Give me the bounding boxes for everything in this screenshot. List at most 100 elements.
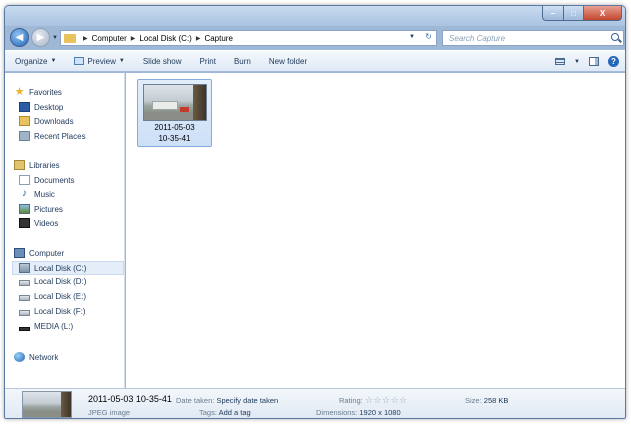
nav-label: Downloads [34, 116, 74, 126]
details-file-type: JPEG image [88, 408, 131, 417]
drive-icon [19, 280, 30, 286]
nav-downloads[interactable]: Downloads [19, 116, 74, 126]
breadcrumb: ▶ Computer ▶ Local Disk (C:) ▶ Capture [79, 34, 233, 43]
image-thumbnail [143, 84, 207, 121]
navigation-pane: ★ Favorites Desktop Downloads Recent Pla… [5, 73, 125, 388]
details-pane: 2011-05-03 10-35-41 JPEG image Date take… [5, 388, 625, 418]
file-name: 2011-05-03 10-35-41 [138, 122, 211, 144]
nav-network[interactable]: Network [14, 352, 58, 362]
nav-media-l[interactable]: MEDIA (L:) [19, 322, 73, 331]
drive-icon [19, 295, 30, 301]
refresh-icon[interactable]: ↻ [425, 32, 432, 41]
tags-value[interactable]: Add a tag [219, 408, 251, 417]
nav-libraries[interactable]: Libraries [14, 160, 60, 170]
minimize-button[interactable]: – [542, 6, 564, 21]
rating-stars-icon[interactable]: ☆☆☆☆☆ [365, 395, 408, 405]
details-thumbnail [22, 391, 72, 418]
nav-label: Pictures [34, 204, 63, 214]
nav-label: Documents [34, 175, 75, 185]
nav-pictures[interactable]: Pictures [19, 204, 63, 214]
dimensions: Dimensions: 1920 x 1080 [316, 408, 401, 417]
date-taken-value[interactable]: Specify date taken [216, 396, 278, 405]
nav-recent-places[interactable]: Recent Places [19, 131, 86, 141]
nav-label: Local Disk (E:) [34, 292, 87, 301]
arrow-right-icon: ▶ [36, 32, 45, 43]
burn-button[interactable]: Burn [234, 57, 251, 66]
date-taken-label: Date taken: [176, 396, 215, 405]
nav-desktop[interactable]: Desktop [19, 102, 63, 112]
nav-label: Music [34, 189, 55, 199]
caption-buttons: – □ X [542, 6, 622, 21]
nav-local-disk-f[interactable]: Local Disk (F:) [19, 307, 86, 316]
address-history-dropdown[interactable]: ▼ [409, 34, 415, 40]
command-bar: Organize ▼ Preview ▼ Slide show Print Bu… [5, 50, 625, 72]
navigation-row: ◀ ▶ ▼ ▶ Computer ▶ Local Disk (C:) ▶ Cap… [5, 26, 625, 50]
tags-label: Tags: [199, 408, 217, 417]
breadcrumb-capture[interactable]: Capture [204, 34, 232, 43]
recent-pages-dropdown[interactable]: ▼ [52, 35, 58, 41]
videos-icon [19, 218, 30, 228]
nav-favorites[interactable]: ★ Favorites [14, 87, 62, 98]
print-button[interactable]: Print [200, 57, 216, 66]
change-view-icon[interactable] [555, 58, 566, 65]
search-input[interactable]: Search Capture [449, 34, 505, 43]
new-folder-button[interactable]: New folder [269, 57, 307, 66]
nav-local-disk-e[interactable]: Local Disk (E:) [19, 292, 86, 301]
drive-icon [19, 310, 30, 316]
nav-computer[interactable]: Computer [14, 248, 64, 258]
chevron-right-icon[interactable]: ▶ [83, 35, 88, 42]
nav-label: MEDIA (L:) [34, 322, 74, 331]
chevron-down-icon: ▼ [118, 58, 125, 64]
nav-music[interactable]: ♪ Music [19, 189, 55, 199]
dimensions-label: Dimensions: [316, 408, 358, 417]
title-bar[interactable]: – □ X [5, 6, 625, 26]
nav-label: Videos [34, 218, 59, 228]
preview-pane-icon[interactable] [589, 57, 599, 66]
chevron-down-icon[interactable]: ▼ [574, 59, 580, 65]
address-bar[interactable]: ▶ Computer ▶ Local Disk (C:) ▶ Capture ▼… [60, 30, 437, 46]
nav-label: Local Disk (F:) [34, 307, 86, 316]
chevron-right-icon[interactable]: ▶ [131, 35, 136, 42]
libraries-icon [14, 160, 25, 170]
breadcrumb-computer[interactable]: Computer [92, 34, 127, 43]
tags: Tags: Add a tag [199, 408, 251, 417]
search-box[interactable]: Search Capture [442, 30, 624, 46]
recent-places-icon [19, 131, 30, 141]
organize-button[interactable]: Organize ▼ [15, 57, 56, 66]
size-value: 258 KB [483, 396, 509, 405]
removable-drive-icon [19, 326, 30, 331]
file-item[interactable]: 2011-05-03 10-35-41 [137, 79, 212, 147]
search-icon[interactable] [611, 33, 619, 41]
nav-local-disk-d[interactable]: Local Disk (D:) [19, 277, 86, 286]
organize-label: Organize [15, 56, 48, 66]
maximize-button[interactable]: □ [564, 6, 584, 21]
view-controls: ▼ ? [555, 56, 619, 67]
rating: Rating: ☆☆☆☆☆ [339, 395, 408, 406]
folder-icon [64, 33, 76, 43]
size: Size: 258 KB [465, 396, 508, 405]
preview-label: Preview [87, 56, 116, 66]
slide-show-button[interactable]: Slide show [143, 57, 182, 66]
help-icon[interactable]: ? [608, 56, 619, 67]
preview-button[interactable]: Preview ▼ [74, 56, 125, 66]
nav-videos[interactable]: Videos [19, 218, 58, 228]
breadcrumb-local-disk-c[interactable]: Local Disk (C:) [139, 34, 191, 43]
back-button[interactable]: ◀ [10, 28, 29, 47]
computer-icon [14, 248, 25, 258]
nav-label: Network [29, 352, 59, 362]
nav-label: Local Disk (D:) [34, 277, 87, 286]
chevron-right-icon[interactable]: ▶ [196, 35, 201, 42]
nav-local-disk-c[interactable]: Local Disk (C:) [12, 261, 124, 275]
preview-icon [74, 57, 85, 65]
forward-button[interactable]: ▶ [31, 28, 50, 47]
nav-documents[interactable]: Documents [19, 175, 74, 185]
close-button[interactable]: X [584, 6, 622, 21]
arrow-left-icon: ◀ [15, 32, 24, 43]
nav-label: Local Disk (C:) [34, 263, 87, 273]
file-list[interactable]: 2011-05-03 10-35-41 [126, 73, 625, 388]
documents-icon [19, 175, 30, 185]
downloads-icon [19, 116, 30, 126]
music-icon: ♪ [22, 188, 27, 199]
system-drive-icon [19, 263, 30, 273]
nav-label: Recent Places [34, 131, 86, 141]
